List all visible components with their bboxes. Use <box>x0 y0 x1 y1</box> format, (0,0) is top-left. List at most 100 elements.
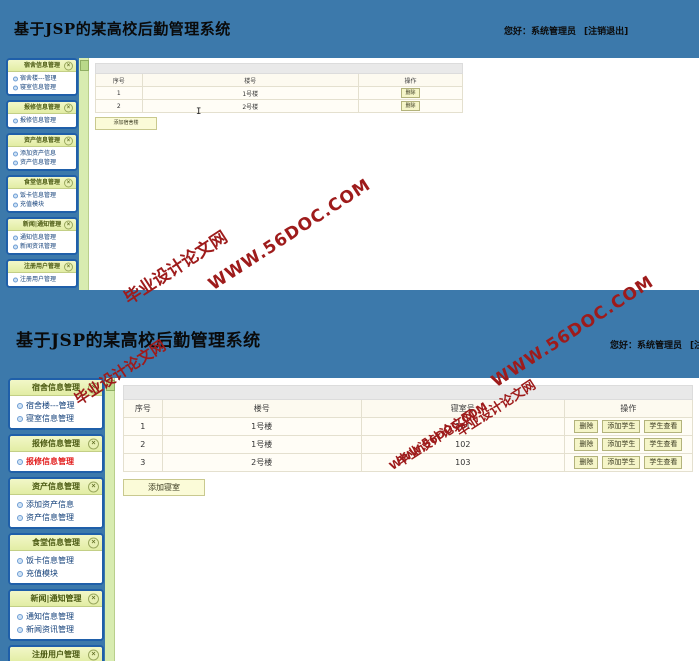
sidebar-item-link[interactable]: 饭卡信息管理 <box>13 191 76 200</box>
collapse-icon[interactable]: × <box>64 103 73 112</box>
greeting-text: 您好：系统管理员 <box>504 27 577 37</box>
table-cell-index: 1 <box>123 417 163 436</box>
sidebar-panel-header[interactable]: 注册用户管理 × <box>10 647 102 661</box>
sidebar-panel-body: 注册用户管理 <box>8 273 76 286</box>
sidebar-item-link[interactable]: 报修信息管理 <box>13 116 76 125</box>
sidebar-item-link[interactable]: 饭卡信息管理 <box>17 554 102 567</box>
sidebar-panel-header[interactable]: 新闻|通知管理 × <box>8 219 76 231</box>
sidebar-item-link[interactable]: 添加资产信息 <box>13 149 76 158</box>
sidebar-item-link[interactable]: 资产信息管理 <box>17 511 102 524</box>
sidebar-panel-header[interactable]: 报修信息管理 × <box>8 102 76 114</box>
splitter-handle-bottom[interactable] <box>105 378 115 661</box>
sidebar-panel: 注册用户管理× 注册用户管理 <box>6 259 78 288</box>
add-room-button[interactable]: 添加寝室 <box>123 479 205 496</box>
table-cell-room: 103 <box>360 453 565 472</box>
sidebar-panel-header[interactable]: 报修信息管理 × <box>10 436 102 452</box>
table-header-row: 序号 楼号 寝室号 操作 <box>123 399 694 418</box>
sidebar-panel-body: 宿舍楼---管理 寝室信息管理 <box>10 396 102 428</box>
collapse-icon[interactable]: × <box>88 593 99 604</box>
sidebar-item-link[interactable]: 充值模块 <box>13 200 76 209</box>
sidebar-item-link[interactable]: 新闻资讯管理 <box>13 242 76 251</box>
logout-link[interactable]: [注销退出] <box>584 27 628 37</box>
sidebar-item-link[interactable]: 寝室信息管理 <box>13 83 76 92</box>
collapse-icon[interactable]: × <box>64 220 73 229</box>
collapse-icon[interactable]: × <box>64 136 73 145</box>
row-action-button[interactable]: 删除 <box>401 101 420 111</box>
sidebar-panel: 食堂信息管理 × 饭卡信息管理 充值模块 <box>8 533 104 585</box>
sidebar-panel: 新闻|通知管理 × 通知信息管理 新闻资讯管理 <box>8 589 104 641</box>
collapse-icon[interactable]: × <box>64 61 73 70</box>
sidebar-panel-header[interactable]: 食堂信息管理 × <box>8 177 76 189</box>
table-cell-actions: 删除 <box>358 99 463 113</box>
sidebar-panel-header[interactable]: 宿舍信息管理 × <box>8 60 76 72</box>
sidebar-panel: 注册用户管理×注册用户管理 <box>8 645 104 661</box>
add-building-button[interactable]: 添加宿舍楼 <box>95 117 157 130</box>
table-row: 1 1号楼 删除 <box>95 86 463 100</box>
sidebar-panel-header[interactable]: 宿舍信息管理 × <box>10 380 102 396</box>
sidebar-panel-header[interactable]: 资产信息管理 × <box>8 135 76 147</box>
row-action-button[interactable]: 添加学生 <box>602 420 641 433</box>
sidebar-panel-body: 宿舍楼---管理 寝室信息管理 <box>8 72 76 94</box>
sidebar-panel-body: 饭卡信息管理 充值模块 <box>8 189 76 211</box>
sidebar-panel-header[interactable]: 食堂信息管理 × <box>10 535 102 551</box>
row-action-button[interactable]: 删除 <box>574 420 599 433</box>
sidebar-item-link[interactable]: 通知信息管理 <box>13 233 76 242</box>
sidebar-item-link[interactable]: 资产信息管理 <box>13 158 76 167</box>
sidebar-item-link[interactable]: 注册用户管理 <box>13 275 76 284</box>
row-action-button[interactable]: 学生查看 <box>644 456 683 469</box>
table-header-cell: 寝室号 <box>360 399 565 418</box>
table-header-cell: 楼号 <box>161 399 362 418</box>
table-cell-index: 2 <box>123 435 163 454</box>
table-cell-building: 2号楼 <box>141 99 360 113</box>
sidebar-bottom: 宿舍信息管理 × 宿舍楼---管理 寝室信息管理 报修信息管理 × 报修信息管理 资产信息管理… <box>8 378 104 661</box>
sidebar-panel-body: 报修信息管理 <box>10 452 102 471</box>
collapse-icon[interactable]: × <box>88 438 99 449</box>
sidebar-panel-header[interactable]: 新闻|通知管理 × <box>10 591 102 607</box>
collapse-icon[interactable]: × <box>88 382 99 393</box>
splitter-grip-icon[interactable] <box>80 60 89 71</box>
sidebar-item-link[interactable]: 充值模块 <box>17 567 102 580</box>
row-action-button[interactable]: 删除 <box>574 438 599 451</box>
sidebar-top: 宿舍信息管理 × 宿舍楼---管理 寝室信息管理 报修信息管理 × 报修信息管理 资产信息管理… <box>6 58 78 290</box>
sidebar-panel-body: 通知信息管理 新闻资讯管理 <box>10 607 102 639</box>
table-cell-room: 101 <box>360 417 565 436</box>
greeting-text-bottom: 您好：系统管理员 <box>610 341 683 351</box>
table-topbar-bottom <box>123 385 693 400</box>
row-action-button[interactable]: 删除 <box>574 456 599 469</box>
sidebar-item-link[interactable]: 新闻资讯管理 <box>17 623 102 636</box>
table-row: 3 2号楼 103 删除 添加学生 学生查看 <box>123 453 694 472</box>
sidebar-item-link[interactable]: 宿舍楼---管理 <box>13 74 76 83</box>
collapse-icon[interactable]: × <box>88 649 99 660</box>
sidebar-panel-body: 添加资产信息 资产信息管理 <box>10 495 102 527</box>
sidebar-item-link[interactable]: 寝室信息管理 <box>17 412 102 425</box>
table-cell-index: 3 <box>123 453 163 472</box>
sidebar-item-link[interactable]: 宿舍楼---管理 <box>17 399 102 412</box>
row-action-button[interactable]: 学生查看 <box>644 420 683 433</box>
sidebar-panel-body: 报修信息管理 <box>8 114 76 127</box>
splitter-grip-icon-bottom[interactable] <box>106 380 115 391</box>
table-cell-actions: 删除 <box>358 86 463 100</box>
table-topbar-cell <box>95 63 463 74</box>
collapse-icon[interactable]: × <box>88 537 99 548</box>
logout-link-bottom[interactable]: [注销退出] <box>690 341 699 351</box>
row-action-button[interactable]: 学生查看 <box>644 438 683 451</box>
row-action-button[interactable]: 删除 <box>401 88 420 98</box>
row-action-button[interactable]: 添加学生 <box>602 456 641 469</box>
splitter-handle-top[interactable] <box>79 58 89 290</box>
table-cell-building: 1号楼 <box>141 86 360 100</box>
sidebar-item-link[interactable]: 通知信息管理 <box>17 610 102 623</box>
sidebar-panel-header[interactable]: 资产信息管理 × <box>10 479 102 495</box>
table-row: 2 1号楼 102 删除 添加学生 学生查看 <box>123 435 694 454</box>
building-table: 序号 楼号 操作 1 1号楼 删除 2 2号楼 删除 <box>95 63 463 113</box>
sidebar-panel-header[interactable]: 注册用户管理 × <box>8 261 76 273</box>
row-action-button[interactable]: 添加学生 <box>602 438 641 451</box>
table-cell-index: 2 <box>95 99 143 113</box>
sidebar-item-link[interactable]: 添加资产信息 <box>17 498 102 511</box>
table-header-cell: 序号 <box>123 399 163 418</box>
collapse-icon[interactable]: × <box>64 262 73 271</box>
collapse-icon[interactable]: × <box>64 178 73 187</box>
table-cell-index: 1 <box>95 86 143 100</box>
collapse-icon[interactable]: × <box>88 481 99 492</box>
sidebar-item-active[interactable]: 报修信息管理 <box>17 455 102 468</box>
sidebar-panel-body: 饭卡信息管理 充值模块 <box>10 551 102 583</box>
